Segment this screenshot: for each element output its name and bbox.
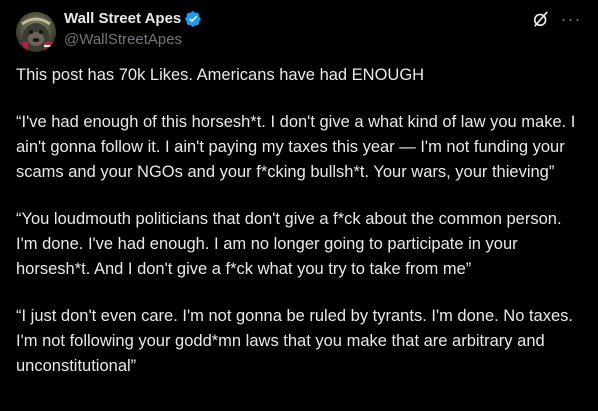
post-actions-top: ··· bbox=[530, 8, 582, 30]
author-display-name[interactable]: Wall Street Apes bbox=[64, 9, 181, 29]
post-paragraph: “I've had enough of this horsesh*t. I do… bbox=[16, 113, 576, 181]
gorilla-avatar-icon bbox=[16, 12, 56, 52]
post-body: This post has 70k Likes. Americans have … bbox=[16, 63, 582, 379]
author-info: Wall Street Apes @WallStreetApes bbox=[64, 9, 202, 50]
post-paragraph: “You loudmouth politicians that don't gi… bbox=[16, 210, 562, 278]
post-paragraph: This post has 70k Likes. Americans have … bbox=[16, 66, 425, 84]
post-paragraph: “I just don't even care. I'm not gonna b… bbox=[16, 307, 573, 375]
grok-icon[interactable] bbox=[530, 8, 552, 30]
author-name-row: Wall Street Apes bbox=[64, 9, 202, 29]
post-card: Wall Street Apes @WallStreetApes ··· Thi… bbox=[0, 0, 598, 411]
author-avatar[interactable] bbox=[16, 12, 56, 52]
author-handle[interactable]: @WallStreetApes bbox=[64, 30, 202, 50]
more-options-icon[interactable]: ··· bbox=[560, 8, 582, 30]
verified-badge-icon[interactable] bbox=[184, 10, 202, 28]
